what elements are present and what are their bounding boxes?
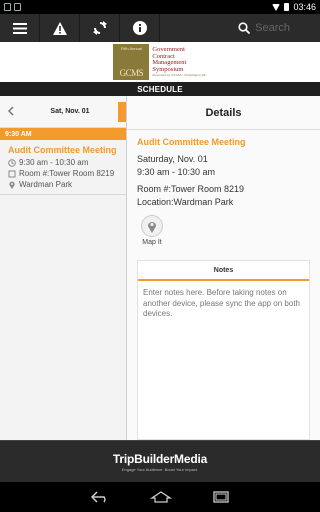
footer-brand: TripBuilderMedia [112, 451, 208, 466]
map-it-label: Map It [142, 239, 162, 246]
system-nav-bar [0, 482, 320, 512]
toolbar: Search [0, 14, 320, 42]
time-slot-header: 9:30 AM [0, 128, 126, 140]
session-list-item[interactable]: Audit Committee Meeting 9:30 am - 10:30 … [0, 140, 126, 195]
details-location: Location:Wardman Park [137, 197, 234, 207]
logo-text: Government Contract Management Symposium… [149, 44, 206, 80]
footer-tagline: Engage Your Audience. Boost Your Impact. [121, 466, 199, 472]
session-room: Room #:Tower Room 8219 [19, 169, 115, 178]
session-room-row: Room #:Tower Room 8219 [8, 168, 120, 179]
search-field[interactable]: Search [238, 14, 320, 42]
schedule-title: SCHEDULE [0, 82, 320, 96]
notes-header: Notes [138, 261, 309, 281]
back-icon[interactable] [90, 491, 110, 503]
logo-subtitle: Presented by NCMA / Washington DC [152, 73, 207, 77]
schedule-list-pane: Sat, Nov. 01 9:30 AM Audit Committee Mee… [0, 96, 126, 440]
prev-day-button[interactable] [0, 105, 22, 119]
details-date: Saturday, Nov. 01 [137, 154, 208, 164]
next-day-button[interactable] [118, 101, 126, 122]
logo-mark: GCMS [119, 68, 144, 78]
refresh-icon [92, 21, 107, 35]
recents-icon[interactable] [212, 491, 230, 503]
event-logo: Fifth Annual GCMS Government Contract Ma… [113, 44, 207, 80]
notes-panel: Notes Enter notes here. Before taking no… [137, 260, 310, 440]
battery-icon [284, 3, 290, 11]
logo-box: Fifth Annual GCMS [113, 44, 150, 80]
current-date: Sat, Nov. 01 [50, 108, 90, 115]
wifi-icon [272, 3, 281, 11]
search-icon [238, 22, 251, 34]
alerts-button[interactable] [40, 14, 80, 42]
notes-input[interactable]: Enter notes here. Before taking notes on… [138, 281, 309, 327]
session-time: 9:30 am - 10:30 am [19, 158, 89, 167]
status-time: 03:46 [293, 2, 316, 12]
details-header: Details [127, 96, 320, 130]
notification-icon [4, 3, 11, 11]
alert-icon [52, 21, 67, 35]
session-title: Audit Committee Meeting [8, 145, 117, 155]
details-room: Room #:Tower Room 8219 [137, 184, 245, 194]
map-pin-icon [148, 221, 156, 233]
event-banner: Fifth Annual GCMS Government Contract Ma… [0, 42, 320, 82]
info-icon [132, 21, 147, 35]
session-location: Wardman Park [19, 180, 73, 189]
details-title: Audit Committee Meeting [137, 137, 246, 147]
location-pin-icon [9, 181, 15, 189]
map-it-button[interactable]: Map It [137, 215, 167, 246]
map-button-circle [141, 215, 163, 237]
search-placeholder: Search [255, 22, 290, 34]
notification-icon [14, 3, 21, 11]
session-location-row: Wardman Park [8, 179, 120, 190]
clock-icon [8, 158, 16, 167]
session-time-row: 9:30 am - 10:30 am [8, 157, 120, 168]
room-icon [8, 170, 16, 177]
chevron-left-icon [7, 105, 14, 116]
date-navigator: Sat, Nov. 01 [0, 96, 126, 128]
status-bar: 03:46 [0, 0, 320, 14]
home-icon[interactable] [150, 491, 172, 503]
details-body: Audit Committee Meeting Saturday, Nov. 0… [127, 130, 320, 246]
menu-button[interactable] [0, 14, 40, 42]
sync-button[interactable] [80, 14, 120, 42]
logo-edition: Fifth Annual [120, 46, 142, 51]
sponsor-footer: TripBuilderMedia Engage Your Audience. B… [0, 440, 320, 482]
menu-icon [12, 22, 27, 34]
info-button[interactable] [120, 14, 160, 42]
details-time: 9:30 am - 10:30 am [137, 167, 216, 177]
details-pane: Details Audit Committee Meeting Saturday… [127, 96, 320, 440]
